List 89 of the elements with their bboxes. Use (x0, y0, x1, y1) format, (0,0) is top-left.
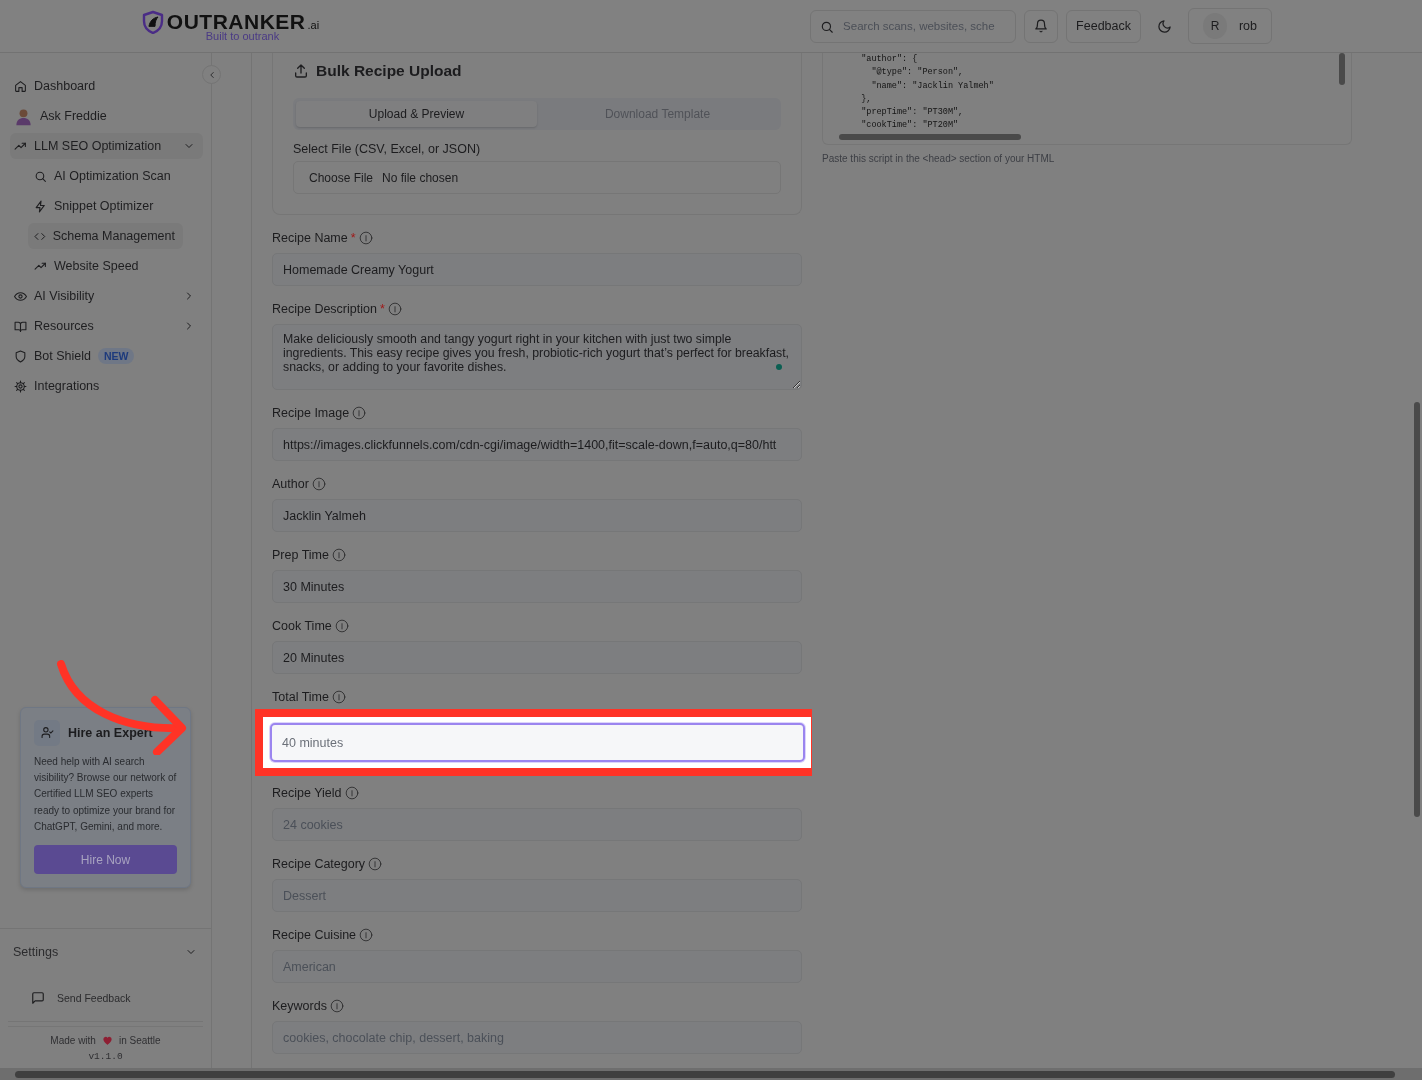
search-icon (820, 19, 835, 34)
input-field[interactable]: Homemade Creamy Yogurt (272, 253, 802, 286)
book-icon (14, 319, 27, 333)
promo-title: Hire an Expert (68, 726, 153, 740)
info-icon (358, 231, 373, 245)
footer-text: in Seattle (118, 1035, 161, 1046)
logo-tagline: Built to outrank (205, 30, 280, 42)
user-menu[interactable]: R rob (1188, 8, 1272, 44)
search-icon (34, 169, 47, 183)
field-label: Prep Time (272, 548, 329, 562)
scrollbar-thumb[interactable] (1339, 53, 1345, 85)
status-dot (776, 364, 782, 370)
hire-now-button[interactable]: Hire Now (34, 845, 177, 874)
bell-icon (1034, 19, 1049, 33)
footer-text: Made with (50, 1035, 96, 1046)
field-label: Cook Time (272, 619, 332, 633)
logo-text: OUTRANKER (166, 10, 306, 33)
message-icon (31, 990, 45, 1005)
lightning-icon (34, 199, 47, 213)
info-icon (344, 786, 359, 800)
field-label: Recipe Image (272, 406, 350, 420)
sidebar-item[interactable]: Bot Shield NEW (10, 341, 203, 371)
info-icon (329, 999, 344, 1013)
required-mark: * (379, 302, 385, 316)
user-name: rob (1238, 19, 1257, 33)
settings-icon (14, 379, 27, 393)
field-label: Keywords (272, 999, 327, 1013)
field-label: Recipe Yield (272, 786, 342, 800)
upload-icon (293, 63, 309, 79)
sidebar-item[interactable]: Schema Management (28, 223, 183, 249)
choose-file-button[interactable]: Choose File (309, 170, 374, 185)
collapse-button[interactable] (202, 65, 221, 84)
required-mark: * (350, 231, 356, 245)
info-icon (359, 928, 374, 942)
notifications-button[interactable] (1024, 9, 1059, 43)
info-icon (352, 406, 367, 420)
field-label: Author (272, 477, 309, 491)
sidebar-item[interactable]: AI Visibility (10, 281, 203, 311)
new-badge: NEW (98, 348, 135, 364)
code-text: "author": { "@type": "Person", "name": "Jacklin Yalmeh" }, "prepTime": "PT30M", "cookTime": "PT20M" (860, 53, 994, 133)
file-input[interactable]: Choose File No file chosen (293, 161, 781, 194)
file-status: No file chosen (382, 170, 459, 185)
field-label: Recipe Name (272, 231, 348, 245)
info-icon (331, 548, 346, 562)
user-avatar: R (1203, 13, 1227, 39)
home-icon (14, 79, 27, 93)
input-field[interactable]: https://images.clickfunnels.com/cdn-cgi/image/width=1400,fit=scale-down,f=auto,q=80/htt (272, 428, 802, 461)
field-label: Recipe Cuisine (272, 928, 357, 942)
field-label: Recipe Category (272, 857, 366, 871)
input-field[interactable]: 20 Minutes (272, 641, 802, 674)
input-field[interactable]: 40 minutes (270, 723, 805, 762)
sidebar-item[interactable]: Integrations (10, 371, 203, 401)
sidebar-item[interactable]: Dashboard (10, 71, 203, 101)
send-feedback-link[interactable]: Send Feedback (8, 974, 203, 1022)
field-label: Recipe Description (272, 302, 377, 316)
tab[interactable]: Upload & Preview (296, 101, 537, 127)
field-label: Total Time (272, 690, 329, 704)
helper-text: Paste this script in the <head> section of your HTML (822, 153, 1056, 164)
scrollbar-thumb[interactable] (839, 134, 1021, 140)
scrollbar-thumb[interactable] (1414, 402, 1420, 817)
sidebar-item[interactable]: Snippet Optimizer (28, 191, 183, 221)
sidebar-item[interactable]: AI Optimization Scan (28, 161, 183, 191)
info-icon (368, 857, 383, 871)
info-icon (334, 619, 349, 633)
user-check-icon (40, 726, 54, 740)
sidebar-item[interactable]: Resources (10, 311, 203, 341)
feedback-button[interactable]: Feedback (1066, 9, 1141, 43)
input-field[interactable]: 30 Minutes (272, 570, 802, 603)
description-field[interactable]: Make deliciously smooth and tangy yogurt right in your kitchen with just two simple ingredients. This easy recipe gives you fresh, probiotic-rich yogurt that’s perfect for breakfast, snacks, or adding to your favorite dishes. (272, 324, 802, 390)
version-text: v1.1.0 (87, 1051, 124, 1062)
logo-icon (140, 10, 165, 34)
sidebar-item[interactable]: Website Speed (28, 251, 183, 281)
info-icon (331, 690, 346, 704)
sidebar-item[interactable]: LLM SEO Optimization (10, 133, 203, 159)
card-title: Bulk Recipe Upload (316, 62, 462, 80)
field-label: Select File (CSV, Excel, or JSON) (293, 142, 482, 156)
shield-icon (14, 349, 27, 363)
dark-mode-icon[interactable] (1157, 18, 1172, 34)
logo-suffix: .ai (307, 19, 320, 31)
promo-text: Need help with AI search visibility? Browse our network of Certified LLM SEO experts ready to optimize your brand for ChatGPT, Gemini, and more. (34, 755, 177, 834)
input-field[interactable]: Jacklin Yalmeh (272, 499, 802, 532)
eye-icon (14, 289, 27, 303)
settings-toggle[interactable]: Settings (0, 928, 211, 974)
person-avatar-icon (14, 106, 33, 126)
horizontal-scrollbar[interactable] (0, 1068, 1422, 1080)
heart-icon (101, 1035, 113, 1046)
info-icon (311, 477, 326, 491)
sidebar-item[interactable]: Ask Freddie (10, 101, 203, 131)
info-icon (387, 302, 402, 316)
